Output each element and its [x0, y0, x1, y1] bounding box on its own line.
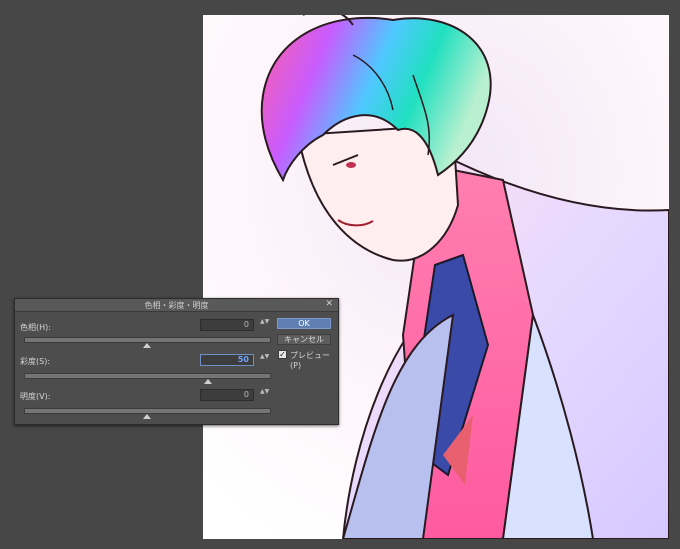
- dialog-title: 色相・彩度・明度: [144, 301, 209, 310]
- saturation-slider[interactable]: [24, 373, 271, 379]
- hue-input[interactable]: 0: [200, 319, 254, 331]
- artwork-illustration: [203, 15, 669, 539]
- preview-label: プレビュー(P): [290, 351, 330, 370]
- close-icon[interactable]: ✕: [325, 299, 333, 309]
- hue-spinner-icon[interactable]: ▲▼: [260, 319, 269, 331]
- brightness-spinner-icon[interactable]: ▲▼: [260, 389, 269, 401]
- hue-label: 色相(H):: [20, 323, 51, 332]
- hue-saturation-brightness-dialog: 色相・彩度・明度 ✕ 色相(H): 0 ▲▼ 彩度(S): 50 ▲▼ 明度(V…: [14, 298, 339, 425]
- brightness-label: 明度(V):: [20, 392, 51, 401]
- drawing-canvas[interactable]: [203, 15, 669, 539]
- saturation-slider-thumb[interactable]: [203, 379, 212, 384]
- preview-checkbox[interactable]: ✓: [278, 350, 287, 359]
- saturation-input[interactable]: 50: [200, 354, 254, 366]
- hue-slider-thumb[interactable]: [142, 343, 151, 348]
- brightness-slider-thumb[interactable]: [142, 414, 151, 419]
- dialog-titlebar[interactable]: 色相・彩度・明度 ✕: [15, 299, 338, 312]
- saturation-label: 彩度(S):: [20, 357, 51, 366]
- brightness-input[interactable]: 0: [200, 389, 254, 401]
- saturation-spinner-icon[interactable]: ▲▼: [260, 354, 269, 366]
- cancel-button[interactable]: キャンセル: [277, 334, 331, 345]
- ok-button[interactable]: OK: [277, 318, 331, 329]
- workspace: [0, 0, 680, 549]
